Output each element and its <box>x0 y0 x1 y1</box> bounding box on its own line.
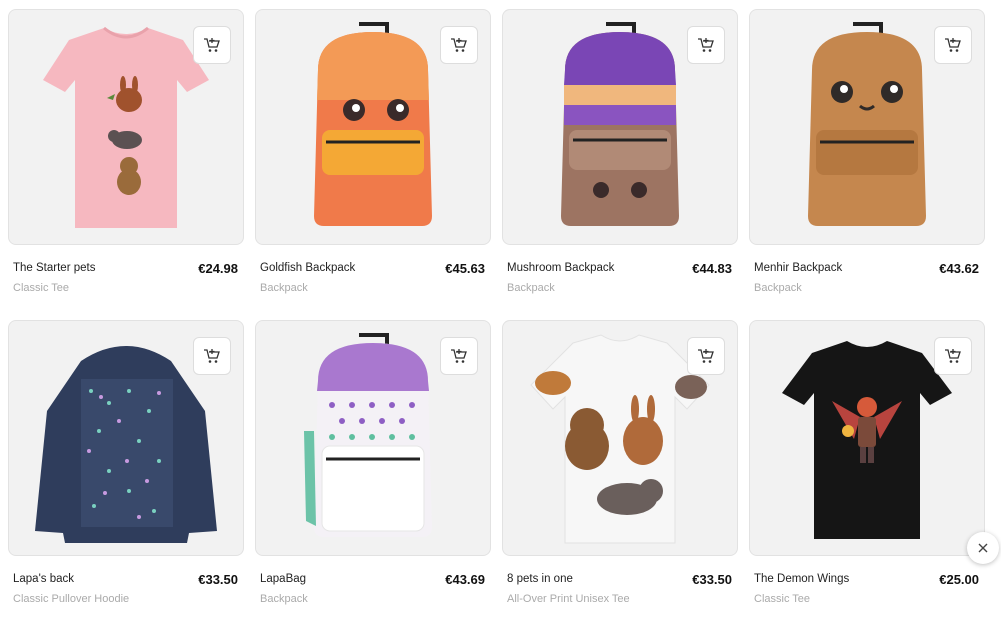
product-image[interactable] <box>255 320 491 556</box>
add-to-cart-button[interactable] <box>440 337 478 375</box>
add-to-cart-icon <box>945 349 961 363</box>
add-to-cart-button[interactable] <box>193 337 231 375</box>
product-name[interactable]: The Demon Wings <box>754 573 849 585</box>
product-name[interactable]: LapaBag <box>260 573 306 585</box>
product-name[interactable]: Menhir Backpack <box>754 262 842 274</box>
add-to-cart-icon <box>698 349 714 363</box>
product-price: €44.83 <box>692 261 732 276</box>
product-card[interactable]: The Starter pets €24.98 Classic Tee <box>8 9 244 320</box>
add-to-cart-button[interactable] <box>687 337 725 375</box>
product-name[interactable]: The Starter pets <box>13 262 95 274</box>
product-price: €25.00 <box>939 572 979 587</box>
add-to-cart-button[interactable] <box>687 26 725 64</box>
product-image[interactable] <box>8 320 244 556</box>
product-type: Classic Tee <box>13 282 70 294</box>
product-card[interactable]: LapaBag €43.69 Backpack <box>255 320 491 631</box>
product-card[interactable]: Goldfish Backpack €45.63 Backpack <box>255 9 491 320</box>
product-name[interactable]: Mushroom Backpack <box>507 262 614 274</box>
add-to-cart-icon <box>451 349 467 363</box>
product-price: €33.50 <box>198 572 238 587</box>
add-to-cart-icon <box>204 349 220 363</box>
add-to-cart-icon <box>204 38 220 52</box>
product-image[interactable] <box>255 9 491 245</box>
product-image[interactable] <box>8 9 244 245</box>
add-to-cart-icon <box>451 38 467 52</box>
product-type: Backpack <box>260 282 308 294</box>
product-type: Backpack <box>507 282 555 294</box>
add-to-cart-icon <box>698 38 714 52</box>
product-grid: The Starter pets €24.98 Classic Tee Gold… <box>8 9 985 631</box>
product-type: Classic Pullover Hoodie <box>13 593 130 605</box>
product-type: Backpack <box>754 282 802 294</box>
product-card[interactable]: Mushroom Backpack €44.83 Backpack <box>502 9 738 320</box>
product-price: €33.50 <box>692 572 732 587</box>
product-price: €24.98 <box>198 261 238 276</box>
product-type: All-Over Print Unisex Tee <box>507 593 630 605</box>
add-to-cart-button[interactable] <box>934 337 972 375</box>
product-type: Backpack <box>260 593 308 605</box>
add-to-cart-button[interactable] <box>934 26 972 64</box>
add-to-cart-button[interactable] <box>440 26 478 64</box>
product-card[interactable]: Lapa's back €33.50 Classic Pullover Hood… <box>8 320 244 631</box>
product-card[interactable]: Menhir Backpack €43.62 Backpack <box>749 9 985 320</box>
product-image[interactable] <box>502 9 738 245</box>
add-to-cart-icon <box>945 38 961 52</box>
product-type: Classic Tee <box>754 593 811 605</box>
add-to-cart-button[interactable] <box>193 26 231 64</box>
product-image[interactable] <box>749 9 985 245</box>
product-name[interactable]: 8 pets in one <box>507 573 573 585</box>
product-price: €43.62 <box>939 261 979 276</box>
product-image[interactable] <box>749 320 985 556</box>
product-card[interactable]: The Demon Wings €25.00 Classic Tee <box>749 320 985 631</box>
close-icon <box>978 543 988 553</box>
close-button[interactable] <box>967 532 999 564</box>
product-image[interactable] <box>502 320 738 556</box>
product-price: €43.69 <box>445 572 485 587</box>
product-name[interactable]: Lapa's back <box>13 573 74 585</box>
product-card[interactable]: 8 pets in one €33.50 All-Over Print Unis… <box>502 320 738 631</box>
product-name[interactable]: Goldfish Backpack <box>260 262 355 274</box>
product-price: €45.63 <box>445 261 485 276</box>
